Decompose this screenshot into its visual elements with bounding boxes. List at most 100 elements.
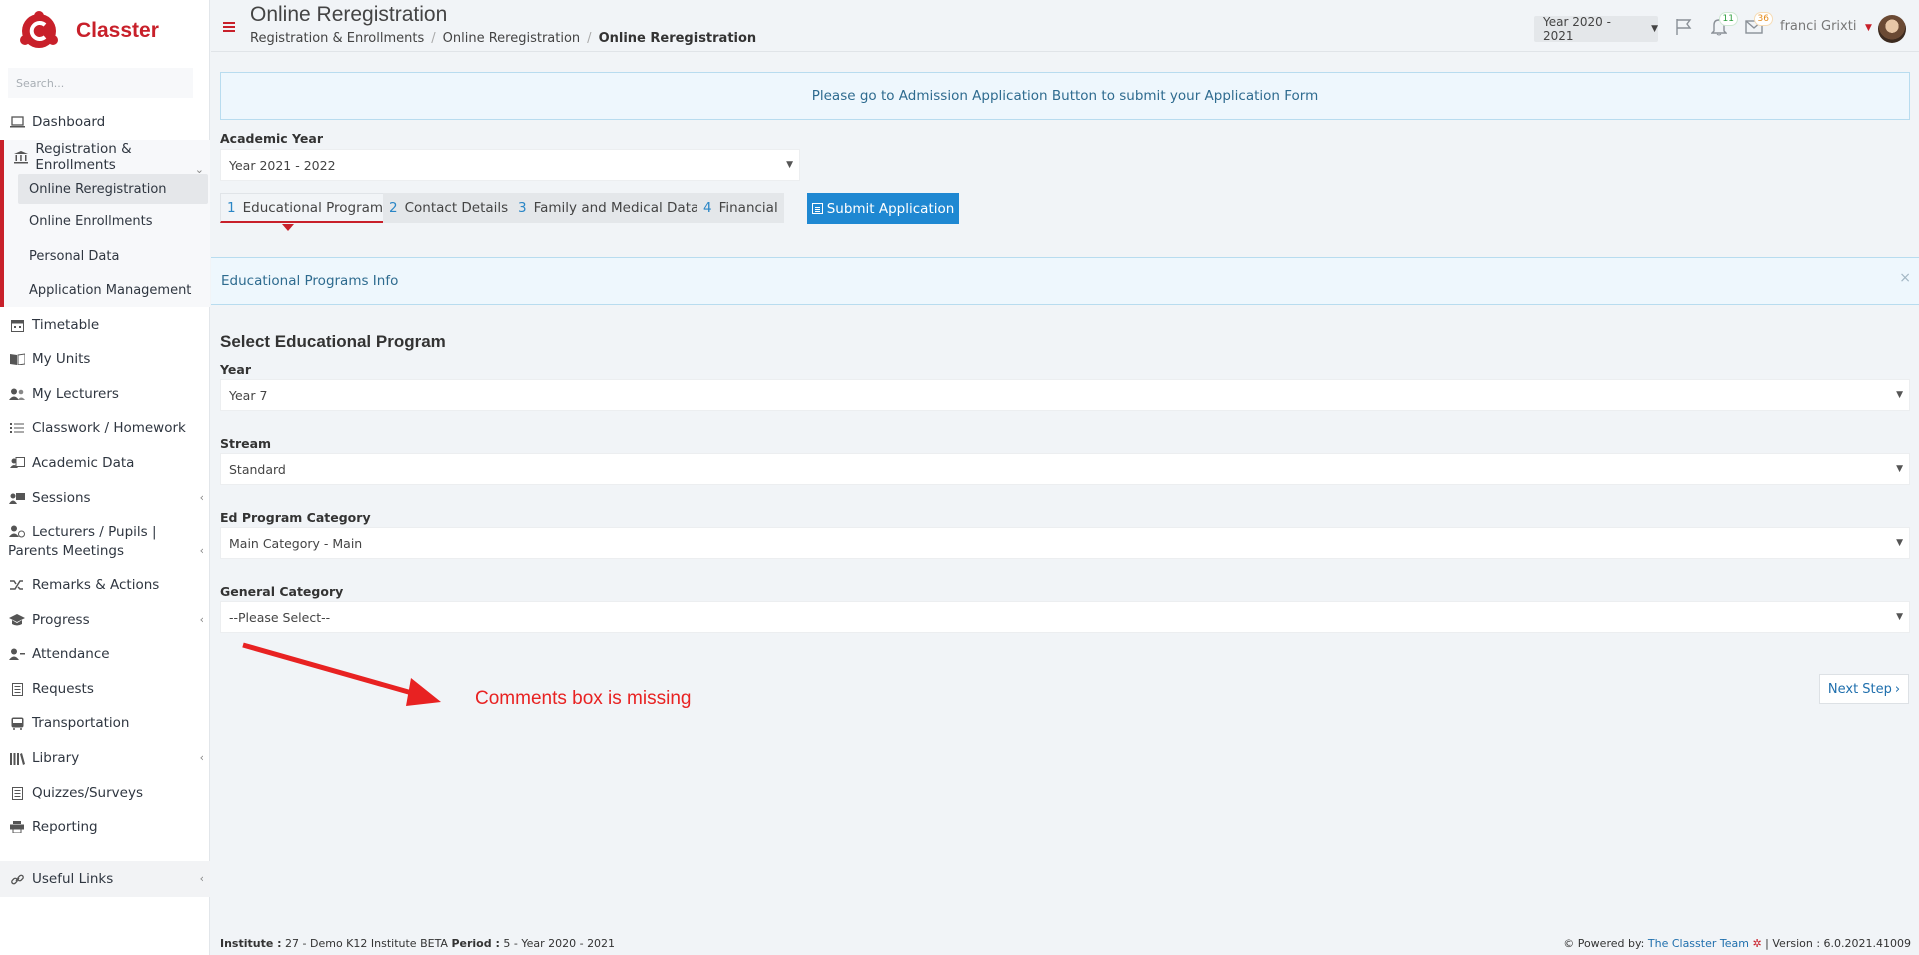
general-category-select[interactable]: --Please Select-- ▼ [220, 601, 1910, 633]
sidebar-item-my-lecturers[interactable]: My Lecturers [0, 384, 210, 404]
sidebar-subitem-application-management[interactable]: Application Management [18, 275, 208, 305]
breadcrumb-separator: / [431, 31, 436, 46]
sidebar-item-label: Library [32, 750, 80, 766]
flag-icon[interactable] [1673, 16, 1695, 38]
section-title: Select Educational Program [220, 332, 446, 351]
next-step-button[interactable]: Next Step › [1819, 674, 1909, 704]
user-name[interactable]: franci Grixti [1780, 19, 1856, 34]
institute-value: 27 - Demo K12 Institute BETA [285, 937, 448, 950]
brand-logo[interactable]: Classter [18, 8, 159, 54]
submit-application-label: Submit Application [826, 200, 955, 217]
sidebar-item-progress[interactable]: Progress ‹ [0, 610, 210, 630]
academic-year-label: Academic Year [220, 131, 323, 146]
sidebar-item-dashboard[interactable]: Dashboard [0, 112, 210, 132]
tab-number: 4 [703, 200, 712, 216]
bell-icon[interactable]: 11 [1708, 12, 1738, 38]
year-value: Year 7 [229, 387, 268, 403]
search-input[interactable] [8, 68, 193, 98]
avatar[interactable] [1878, 15, 1906, 43]
sidebar-subitem-personal-data[interactable]: Personal Data [18, 241, 208, 271]
general-category-label: General Category [220, 584, 344, 599]
book-icon [8, 352, 26, 366]
sidebar-item-registration[interactable]: Registration & Enrollments ⌄ [0, 141, 210, 176]
close-icon[interactable]: × [1899, 270, 1911, 286]
sidebar-subitem-online-enrollments[interactable]: Online Enrollments [18, 206, 208, 236]
classter-team-link[interactable]: The Classter Team [1648, 937, 1749, 950]
sidebar-item-label: Registration & Enrollments [35, 141, 132, 173]
form-icon [811, 203, 823, 214]
period-year-select[interactable]: Year 2020 - 2021 ▼ [1534, 15, 1658, 43]
tab-label: Financial [718, 200, 778, 216]
bank-icon [12, 150, 29, 164]
caret-down-icon: ▼ [1896, 464, 1903, 474]
sidebar-item-transportation[interactable]: Transportation [0, 713, 210, 733]
breadcrumb-item[interactable]: Online Reregistration [443, 31, 581, 46]
sidebar-item-useful-links[interactable]: Useful Links ‹ [0, 869, 210, 889]
sidebar-item-timetable[interactable]: Timetable [0, 315, 210, 335]
tab-number: 3 [518, 200, 527, 216]
sidebar-item-reporting[interactable]: Reporting [0, 817, 210, 837]
sidebar-item-label: Remarks & Actions [32, 577, 160, 593]
users-icon [8, 387, 26, 401]
period-label: Period : [451, 937, 500, 950]
tab-family-medical[interactable]: 3 Family and Medical Data [512, 193, 706, 223]
page-title: Online Reregistration [250, 3, 448, 26]
general-category-value: --Please Select-- [229, 609, 331, 625]
sidebar-item-academic-data[interactable]: Academic Data [0, 453, 210, 473]
chevron-left-icon: ‹ [199, 751, 204, 764]
stream-label: Stream [220, 436, 272, 451]
sidebar-item-sessions[interactable]: Sessions ‹ [0, 488, 210, 508]
sidebar-item-label: My Lecturers [32, 386, 119, 402]
sidebar-item-remarks[interactable]: Remarks & Actions [0, 575, 210, 595]
annotation-arrow-icon [241, 640, 451, 714]
laptop-icon [8, 115, 26, 129]
academic-year-select[interactable]: Year 2021 - 2022 ▼ [220, 149, 800, 181]
sidebar-subitem-online-reregistration[interactable]: Online Reregistration [18, 174, 208, 204]
submit-application-button[interactable]: Submit Application [807, 193, 959, 224]
tab-number: 2 [389, 200, 398, 216]
sidebar-item-library[interactable]: Library ‹ [0, 748, 210, 768]
caret-down-icon[interactable]: ▼ [1865, 23, 1872, 33]
breadcrumb: Registration & Enrollments / Online Reregi… [250, 31, 756, 46]
graduation-cap-icon [8, 613, 26, 627]
meeting-icon [8, 525, 26, 539]
tab-contact-details[interactable]: 2 Contact Details [383, 193, 515, 223]
calendar-icon [8, 318, 26, 332]
caret-down-icon: ▼ [1896, 612, 1903, 622]
educational-programs-info-panel: Educational Programs Info × [211, 257, 1919, 305]
sidebar-subitem-label: Online Enrollments [29, 213, 153, 229]
stream-value: Standard [229, 461, 286, 477]
sidebar-item-label: Classwork / Homework [32, 420, 186, 436]
menu-toggle-icon[interactable] [223, 22, 235, 32]
top-header: Online Reregistration Registration & Enr… [211, 0, 1919, 52]
sidebar-item-quizzes[interactable]: Quizzes/Surveys [0, 783, 210, 803]
sidebar-item-attendance[interactable]: Attendance [0, 644, 210, 664]
envelope-icon[interactable]: 36 [1743, 12, 1773, 38]
sidebar-item-label: Reporting [32, 819, 98, 835]
sidebar-item-label: Academic Data [32, 455, 135, 471]
sidebar-item-classwork[interactable]: Classwork / Homework [0, 418, 210, 438]
year-select[interactable]: Year 7 ▼ [220, 379, 1910, 411]
notifications-badge: 11 [1718, 12, 1738, 26]
next-step-label: Next Step [1827, 681, 1892, 697]
tab-financial[interactable]: 4 Financial [697, 193, 784, 223]
user-check-icon [8, 647, 26, 661]
annotation-text: Comments box is missing [475, 688, 692, 709]
tab-educational-program[interactable]: 1 Educational Program [220, 193, 391, 223]
sidebar-item-requests[interactable]: Requests [0, 679, 210, 699]
bus-icon [8, 716, 26, 730]
sidebar-item-label: Sessions [32, 490, 91, 506]
list-icon [8, 786, 26, 800]
sidebar-item-my-units[interactable]: My Units [0, 349, 210, 369]
ed-program-category-label: Ed Program Category [220, 510, 371, 525]
sidebar: Classter Dashboard Registration & Enroll… [0, 0, 210, 955]
stream-select[interactable]: Standard ▼ [220, 453, 1910, 485]
caret-down-icon: ▼ [1896, 390, 1903, 400]
ed-program-category-select[interactable]: Main Category - Main ▼ [220, 527, 1910, 559]
tab-label: Educational Program [242, 199, 384, 216]
sidebar-item-label: Lecturers / Pupils | Parents Meetings [8, 524, 157, 559]
sidebar-item-meetings[interactable]: Lecturers / Pupils | Parents Meetings ‹ [0, 523, 210, 563]
breadcrumb-item[interactable]: Registration & Enrollments [250, 31, 424, 46]
info-banner: Please go to Admission Application Butto… [220, 72, 1910, 120]
tasks-icon [8, 421, 26, 435]
